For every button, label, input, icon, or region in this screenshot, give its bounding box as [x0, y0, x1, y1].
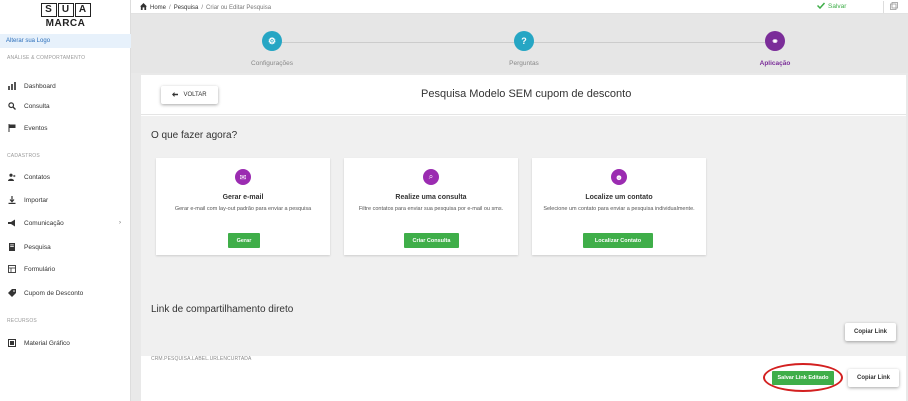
highlight-ring: [763, 363, 843, 392]
sidebar-item-material-grafico[interactable]: Material Gráfico: [0, 336, 131, 350]
bar-chart-icon: [8, 82, 16, 90]
generate-button[interactable]: Gerar: [228, 233, 260, 248]
chevron-right-icon: ›: [119, 220, 121, 226]
link-icon: ⚭: [771, 35, 779, 46]
step-label-perguntas: Perguntas: [509, 60, 539, 67]
sidebar-item-cupom[interactable]: Cupom de Desconto: [0, 286, 131, 300]
topbar: Home / Pesquisa / Criar ou Editar Pesqui…: [131, 0, 908, 14]
sidebar-item-dashboard[interactable]: Dashboard: [0, 79, 131, 93]
logo-letters: S U A: [40, 3, 91, 17]
logo-subtitle: MARCA: [45, 18, 86, 29]
step-perguntas[interactable]: ?: [514, 31, 534, 51]
card-locate-contact: ☻ Localize um contato Selecione um conta…: [532, 158, 706, 255]
breadcrumb: Home / Pesquisa / Criar ou Editar Pesqui…: [140, 3, 271, 12]
card-title: Localize um contato: [585, 194, 653, 201]
home-icon[interactable]: [140, 3, 147, 12]
section-label-recursos: RECURSOS: [7, 318, 37, 324]
sidebar-item-label: Comunicação: [24, 219, 64, 227]
app: S U A MARCA Alterar sua Logo ANÁLISE & C…: [0, 0, 908, 401]
breadcrumb-pesquisa[interactable]: Pesquisa: [174, 5, 199, 11]
logo-letter: A: [74, 3, 91, 17]
change-logo-link[interactable]: Alterar sua Logo: [0, 34, 131, 48]
step-aplicacao[interactable]: ⚭: [765, 31, 785, 51]
contact-icon: ☻: [611, 169, 627, 185]
step-label-aplicacao: Aplicação: [759, 60, 791, 67]
brand-logo: S U A MARCA: [0, 0, 131, 32]
card-description: Filtre contatos para enviar sua pesquisa…: [358, 206, 504, 212]
back-label: VOLTAR: [183, 92, 207, 98]
contacts-icon: [8, 173, 16, 181]
page-title: Pesquisa Modelo SEM cupom de desconto: [421, 88, 632, 100]
check-icon: [816, 2, 826, 11]
stepper: ⚙ ? ⚭ Configurações Perguntas Aplicação: [131, 14, 908, 73]
card-description: Gerar e-mail com lay-out padrão para env…: [174, 206, 312, 212]
sidebar-item-label: Dashboard: [24, 82, 56, 90]
sidebar-item-consulta[interactable]: Consulta: [0, 99, 131, 113]
breadcrumb-separator: /: [169, 4, 171, 11]
download-icon: [8, 196, 16, 204]
back-button[interactable]: VOLTAR: [161, 86, 218, 104]
survey-icon: [8, 243, 16, 251]
sidebar-item-comunicacao[interactable]: Comunicação ›: [0, 216, 131, 230]
breadcrumb-current: Criar ou Editar Pesquisa: [206, 4, 272, 11]
actions-heading: O que fazer agora?: [151, 130, 238, 141]
sidebar-item-eventos[interactable]: Eventos: [0, 121, 131, 135]
sidebar-item-formulario[interactable]: Formulário: [0, 262, 131, 276]
sidebar-item-label: Importar: [24, 196, 49, 204]
sidebar-item-label: Contatos: [24, 173, 51, 181]
sidebar-item-label: Formulário: [24, 265, 56, 273]
section-label-cadastros: CADASTROS: [7, 153, 40, 159]
step-label-configuracoes: Configurações: [251, 60, 293, 67]
card-title: Gerar e-mail: [222, 194, 264, 201]
save-button[interactable]: Salvar: [816, 2, 847, 11]
flag-icon: [8, 124, 16, 132]
sidebar-item-label: Cupom de Desconto: [24, 289, 84, 297]
breadcrumb-home[interactable]: Home: [150, 5, 166, 11]
form-icon: [8, 265, 16, 273]
short-url-label: CRM.PESQUISA.LABEL.URLENCURTADA: [151, 356, 252, 362]
sidebar-item-importar[interactable]: Importar: [0, 193, 131, 207]
window-icon[interactable]: [890, 2, 898, 12]
locate-contact-button[interactable]: Localizar Contato: [583, 233, 653, 248]
search-icon: ⌕: [423, 169, 439, 185]
card-generate-email: ✉ Gerar e-mail Gerar e-mail com lay-out …: [156, 158, 330, 255]
card-create-query: ⌕ Realize uma consulta Filtre contatos p…: [344, 158, 518, 255]
arrow-left-icon: [172, 91, 179, 99]
gear-icon: ⚙: [267, 35, 277, 46]
sidebar: S U A MARCA Alterar sua Logo ANÁLISE & C…: [0, 0, 131, 401]
sidebar-item-pesquisa[interactable]: Pesquisa: [0, 240, 131, 254]
tag-icon: [8, 289, 16, 297]
sidebar-item-label: Eventos: [24, 124, 48, 132]
copy-link-button[interactable]: Copiar Link: [845, 323, 896, 341]
card-description: Selecione um contato para enviar a pesqu…: [543, 206, 695, 212]
save-label: Salvar: [828, 3, 847, 10]
sidebar-item-label: Pesquisa: [24, 243, 51, 251]
logo-letter: S: [40, 3, 57, 17]
sidebar-item-contatos[interactable]: Contatos: [0, 170, 131, 184]
section-label-analysis: ANÁLISE & COMPORTAMENTO: [7, 55, 86, 61]
question-icon: ?: [521, 36, 527, 46]
sidebar-item-label: Consulta: [24, 102, 50, 110]
main-header: VOLTAR Pesquisa Modelo SEM cupom de desc…: [141, 75, 906, 115]
step-configuracoes[interactable]: ⚙: [262, 31, 282, 51]
megaphone-icon: [8, 219, 16, 227]
image-icon: [8, 339, 16, 347]
logo-letter: U: [57, 3, 74, 17]
sidebar-item-label: Material Gráfico: [24, 339, 70, 347]
share-link-heading: Link de compartilhamento direto: [151, 304, 294, 315]
search-icon: [8, 102, 16, 110]
copy-link-button-secondary[interactable]: Copiar Link: [848, 369, 899, 387]
main-panel: VOLTAR Pesquisa Modelo SEM cupom de desc…: [141, 75, 906, 401]
topbar-divider: [883, 1, 884, 13]
create-query-button[interactable]: Criar Consulta: [404, 233, 459, 248]
card-title: Realize uma consulta: [395, 194, 467, 201]
breadcrumb-separator: /: [201, 4, 204, 11]
mail-icon: ✉: [235, 169, 251, 185]
